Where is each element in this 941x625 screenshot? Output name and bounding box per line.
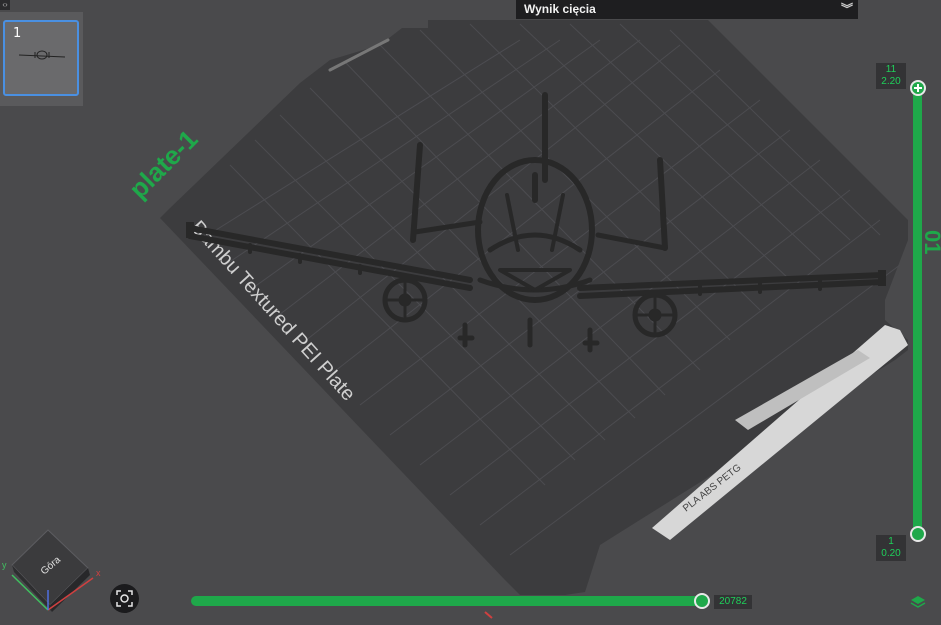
gcode-progress-value: 20782 [714,595,752,609]
slice-result-header[interactable]: Wynik cięcia ︾ [516,0,858,19]
slice-result-title: Wynik cięcia [524,2,596,16]
layer-slider-bottom-handle [910,526,926,542]
axis-x-label: x [96,568,101,578]
layer-bottom-number: 1 [888,536,894,547]
layer-bottom-label: 1 0.20 [876,535,906,561]
layer-top-number: 11 [885,64,897,75]
plate-thumbnail-panel: 1 [0,12,83,106]
layer-top-label: 11 2.20 [876,63,906,89]
plate-thumbnail-number: 1 [13,26,22,41]
gcode-progress-slider[interactable] [191,593,710,609]
layer-slider[interactable] [910,80,926,542]
plate-side-label: 01 [920,230,941,254]
plate-thumbnail-preview [19,50,65,60]
fit-view-icon [116,590,133,607]
view-cube[interactable]: Góra x y [2,529,101,612]
fit-view-button[interactable] [110,584,139,613]
gcode-progress-handle [694,593,710,609]
3d-viewport[interactable]: plate-1 Bambu Textured PEI Plate PLA ABS… [0,0,941,625]
plate-thumbnail[interactable]: 1 [3,20,79,96]
layer-bottom-height: 0.20 [881,548,901,559]
axis-y-label: y [2,560,7,570]
origin-axis-indicator [484,611,493,619]
layers-icon[interactable] [910,594,926,610]
collapse-toggle-icon[interactable]: ‹› [0,0,10,10]
chevron-down-icon[interactable]: ︾ [840,0,854,19]
layer-top-height: 2.20 [881,76,901,87]
